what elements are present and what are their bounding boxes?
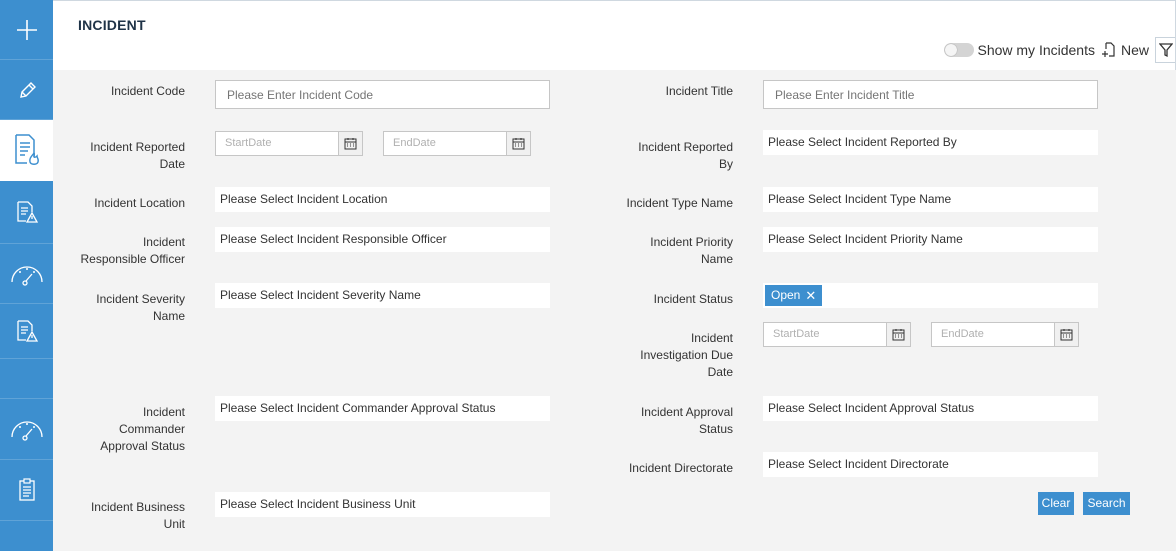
incident-code-label: Incident Code	[110, 84, 185, 98]
incident-responsible-officer-label-line2: Responsible Officer	[80, 252, 186, 266]
sidebar	[0, 0, 53, 551]
gauge-icon	[10, 421, 43, 441]
investigation-start-date-placeholder: StartDate	[773, 328, 820, 340]
calendar-icon	[1060, 329, 1073, 341]
show-my-incidents-label: Show my Incidents	[977, 42, 1095, 58]
reported-start-date-placeholder: StartDate	[225, 137, 272, 149]
calendar-icon	[892, 329, 905, 341]
status-chip-label: Open	[771, 288, 801, 302]
page-header: INCIDENT Show my Incidents New	[53, 0, 1176, 70]
investigation-end-date-calendar-button[interactable]	[1054, 323, 1078, 346]
search-button[interactable]: Search	[1083, 492, 1130, 515]
incident-reported-date-label-line2: Date	[159, 157, 185, 171]
incident-business-unit-label: Incident Business Unit	[53, 499, 185, 533]
investigation-end-date-placeholder: EndDate	[941, 328, 984, 340]
incident-business-unit-select[interactable]: Please Select Incident Business Unit	[215, 492, 550, 517]
incident-severity-name-label-line2: Name	[152, 309, 185, 323]
incident-priority-name-label-line2: Name	[700, 252, 733, 266]
investigation-due-date-label-line3: Date	[707, 365, 733, 379]
incident-directorate-select[interactable]: Please Select Incident Directorate	[763, 452, 1098, 477]
incident-severity-name-select[interactable]: Please Select Incident Severity Name	[215, 283, 550, 308]
incident-approval-status-select[interactable]: Please Select Incident Approval Status	[763, 396, 1098, 421]
document-warning-icon	[16, 201, 38, 223]
incident-priority-name-select[interactable]: Please Select Incident Priority Name	[763, 227, 1098, 252]
new-document-icon	[1101, 42, 1115, 57]
incident-severity-name-label: Incident Severity Name	[53, 291, 185, 325]
sidebar-item-incident[interactable]	[0, 120, 53, 181]
calendar-icon	[512, 138, 525, 150]
sidebar-blank-item[interactable]	[0, 359, 53, 399]
reported-start-date-field[interactable]: StartDate	[215, 131, 363, 156]
incident-approval-status-label: Incident Approval Status	[613, 404, 733, 438]
incident-severity-name-label-line1: Incident Severity	[96, 292, 185, 306]
sidebar-item-dashboard-2[interactable]	[0, 399, 53, 460]
incident-reported-by-label-line2: By	[718, 157, 733, 171]
sidebar-item-reports[interactable]	[0, 460, 53, 521]
status-chip-open: Open ✕	[765, 285, 823, 306]
plus-icon	[16, 19, 37, 40]
sidebar-item-incident-warning-2[interactable]	[0, 304, 53, 359]
incident-code-input[interactable]	[215, 80, 550, 109]
incident-investigation-due-date-label: Incident Investigation Due Date	[613, 330, 733, 381]
incident-location-select[interactable]: Please Select Incident Location	[215, 187, 550, 212]
incident-reported-by-label: Incident Reported By	[613, 139, 733, 173]
approval-status-label-line2: Status	[698, 422, 733, 436]
commander-approval-label-line1: Incident	[142, 405, 185, 419]
document-warning-icon	[16, 320, 38, 342]
clear-button[interactable]: Clear	[1038, 492, 1074, 515]
investigation-due-date-label-line2: Investigation Due	[640, 348, 733, 362]
investigation-due-date-label-line1: Incident	[690, 331, 733, 345]
incident-commander-approval-status-label: Incident Commander Approval Status	[53, 404, 185, 455]
page-title: INCIDENT	[78, 17, 146, 33]
incident-title-label: Incident Title	[665, 84, 733, 98]
incident-reported-by-label-line1: Incident Reported	[638, 140, 733, 154]
incident-title-input[interactable]	[763, 80, 1098, 109]
incident-responsible-officer-label-line1: Incident	[142, 235, 185, 249]
incident-reported-date-label: Incident Reported Date	[53, 139, 185, 173]
commander-approval-label-line2: Commander	[118, 422, 185, 436]
business-unit-label-line1: Incident Business	[90, 500, 185, 514]
incident-priority-name-label: Incident Priority Name	[613, 234, 733, 268]
clipboard-icon	[18, 478, 35, 501]
incident-status-label: Incident Status	[653, 292, 733, 306]
sidebar-add-button[interactable]	[0, 0, 53, 60]
pencil-icon	[19, 81, 36, 98]
new-button-label: New	[1120, 42, 1149, 58]
incident-reported-by-select[interactable]: Please Select Incident Reported By	[763, 130, 1098, 155]
toolbar: Show my Incidents New	[944, 37, 1175, 63]
sidebar-item-incident-warning[interactable]	[0, 181, 53, 244]
incident-commander-approval-status-select[interactable]: Please Select Incident Commander Approva…	[215, 396, 550, 421]
business-unit-label-line2: Unit	[163, 517, 185, 531]
reported-end-date-field[interactable]: EndDate	[383, 131, 531, 156]
incident-document-icon	[14, 134, 39, 165]
reported-end-date-placeholder: EndDate	[393, 137, 436, 149]
search-form: Incident Code Incident Title Incident Re…	[53, 70, 1176, 551]
investigation-end-date-field[interactable]: EndDate	[931, 322, 1079, 347]
reported-start-date-calendar-button[interactable]	[338, 132, 362, 155]
incident-responsible-officer-select[interactable]: Please Select Incident Responsible Offic…	[215, 227, 550, 252]
investigation-start-date-field[interactable]: StartDate	[763, 322, 911, 347]
commander-approval-label-line3: Approval Status	[100, 439, 185, 453]
incident-type-name-select[interactable]: Please Select Incident Type Name	[763, 187, 1098, 212]
calendar-icon	[344, 138, 357, 150]
reported-end-date-calendar-button[interactable]	[506, 132, 530, 155]
sidebar-edit-button[interactable]	[0, 60, 53, 120]
sidebar-item-dashboard[interactable]	[0, 244, 53, 304]
incident-type-name-label: Incident Type Name	[626, 196, 733, 210]
show-my-incidents-toggle[interactable]	[944, 43, 975, 57]
incident-responsible-officer-label: Incident Responsible Officer	[53, 234, 186, 268]
incident-directorate-label: Incident Directorate	[628, 461, 733, 475]
status-chip-remove-icon[interactable]: ✕	[805, 285, 816, 306]
incident-reported-date-label-line1: Incident Reported	[90, 140, 185, 154]
incident-priority-name-label-line1: Incident Priority	[650, 235, 733, 249]
filter-button[interactable]	[1155, 37, 1175, 63]
investigation-start-date-calendar-button[interactable]	[886, 323, 910, 346]
incident-location-label: Incident Location	[94, 196, 185, 210]
incident-status-multiselect[interactable]: Open ✕	[763, 283, 1098, 308]
filter-icon	[1158, 43, 1173, 58]
gauge-icon	[10, 265, 43, 286]
new-button[interactable]: New	[1101, 42, 1149, 58]
approval-status-label-line1: Incident Approval	[640, 405, 733, 419]
